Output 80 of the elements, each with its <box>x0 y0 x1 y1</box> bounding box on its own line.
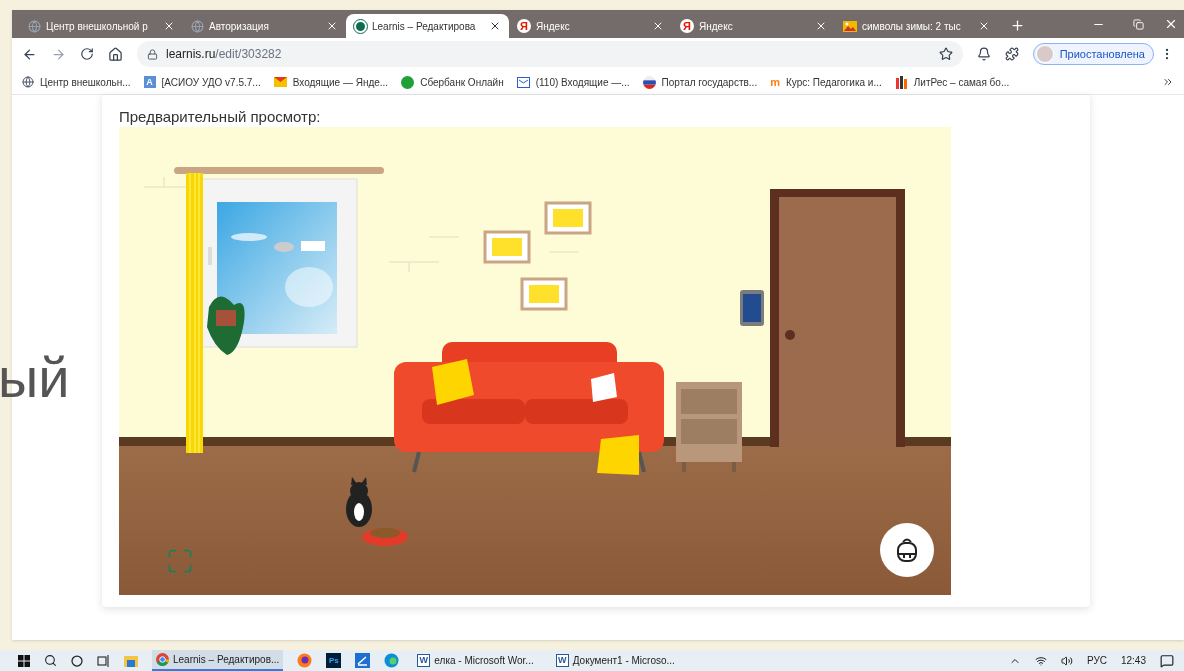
learnis-icon <box>354 19 367 33</box>
picture-frame <box>483 230 531 264</box>
browser-tab[interactable]: Центр внешкольной р <box>20 14 183 38</box>
word-icon: W <box>417 654 431 667</box>
flag-icon <box>642 75 656 89</box>
address-field[interactable]: learnis.ru/edit/303282 <box>137 41 963 67</box>
image-icon <box>843 20 857 32</box>
photoshop-icon[interactable]: Ps <box>326 653 342 668</box>
mail-icon <box>273 77 287 87</box>
task-view-icon[interactable] <box>97 654 110 667</box>
heading-fragment: ый <box>0 350 70 406</box>
letter-icon: A <box>143 76 156 88</box>
browser-tab[interactable]: символы зимы: 2 тыс <box>835 14 998 38</box>
browser-tab[interactable]: Авторизация <box>183 14 346 38</box>
folder-icon[interactable] <box>124 654 138 667</box>
new-tab-icon[interactable] <box>1010 18 1025 33</box>
extensions-icon[interactable] <box>1004 47 1019 61</box>
clock[interactable]: 12:43 <box>1120 653 1146 668</box>
picture-frame <box>544 201 592 235</box>
browser-tab[interactable]: Я Яндекс <box>509 14 672 38</box>
avatar-icon <box>1035 45 1054 63</box>
app-icon[interactable] <box>355 653 371 668</box>
reload-icon[interactable] <box>80 47 94 61</box>
search-icon[interactable] <box>44 654 57 667</box>
bookmark-item[interactable]: Центр внешкольн... <box>22 74 131 90</box>
profile-button[interactable]: Приостановлена <box>1032 43 1154 65</box>
forward-icon[interactable] <box>51 46 66 62</box>
cortana-icon[interactable] <box>71 654 83 667</box>
taskbar-app[interactable]: W елка - Microsoft Wor... <box>413 650 538 671</box>
keypad-drawing <box>740 290 764 326</box>
bookmark-item[interactable]: (110) Входящие —... <box>516 74 630 90</box>
tab-title: символы зимы: 2 тыс <box>862 19 962 34</box>
sber-icon <box>401 75 415 89</box>
windows-logo-icon[interactable] <box>18 654 30 667</box>
taskbar-app[interactable]: Learnis – Редактиров... <box>152 650 284 671</box>
globe-icon <box>22 76 34 88</box>
tab-title: Авторизация <box>209 19 270 34</box>
bookmark-item[interactable]: Портал государств... <box>642 74 758 90</box>
wifi-icon[interactable] <box>1034 654 1047 667</box>
firefox-icon[interactable] <box>297 653 313 668</box>
language-indicator[interactable]: РУС <box>1086 653 1107 668</box>
more-bookmarks-icon[interactable] <box>1162 76 1174 88</box>
pillow-drawing <box>597 435 639 475</box>
chrome-icon <box>156 653 169 666</box>
lock-icon <box>147 48 158 60</box>
mail-icon <box>516 76 530 88</box>
preview-label: Предварительный просмотр: <box>119 107 322 127</box>
restore-icon[interactable] <box>1133 19 1144 30</box>
bookmark-item[interactable]: ЛитРес – самая бо... <box>894 74 1010 90</box>
tab-title: Learnis – Редактирова <box>372 19 477 34</box>
browser-tab[interactable]: Я Яндекс <box>672 14 835 38</box>
edge-icon[interactable] <box>384 653 400 668</box>
browser-tab[interactable]: Learnis – Редактирова <box>346 14 509 38</box>
url-text: learnis.ru/edit/303282 <box>166 46 283 63</box>
close-icon[interactable] <box>489 20 501 32</box>
books-icon <box>894 75 908 89</box>
yandex-icon: Я <box>680 19 694 33</box>
home-icon[interactable] <box>108 46 123 62</box>
pet-bowl-drawing <box>362 528 408 546</box>
notifications-icon[interactable] <box>1160 653 1174 668</box>
yandex-icon: Я <box>517 19 531 33</box>
cat-drawing <box>346 477 372 527</box>
word-icon: W <box>555 654 569 667</box>
taskbar-app[interactable]: W Документ1 - Microso... <box>551 650 679 671</box>
tab-title: Яндекс <box>699 19 734 34</box>
bookmark-item[interactable]: m Курс: Педагогика и... <box>770 74 882 90</box>
bookmark-item[interactable]: Входящие — Янде... <box>273 74 389 90</box>
bell-icon[interactable] <box>976 47 991 61</box>
picture-frame <box>520 277 568 311</box>
bookmark-item[interactable]: Сбербанк Онлайн <box>401 74 504 90</box>
volume-icon[interactable] <box>1060 654 1073 667</box>
bookmark-star-icon[interactable] <box>938 47 953 61</box>
globe-icon <box>191 19 204 33</box>
back-icon[interactable] <box>22 46 37 62</box>
tab-title: Центр внешкольной р <box>46 19 149 34</box>
plant-drawing <box>207 296 245 355</box>
moodle-icon: m <box>770 76 780 88</box>
tab-title: Яндекс <box>536 19 571 34</box>
bookmark-item[interactable]: A [АСИОУ УДО v7.5.7... <box>143 74 261 90</box>
globe-icon <box>28 19 41 33</box>
